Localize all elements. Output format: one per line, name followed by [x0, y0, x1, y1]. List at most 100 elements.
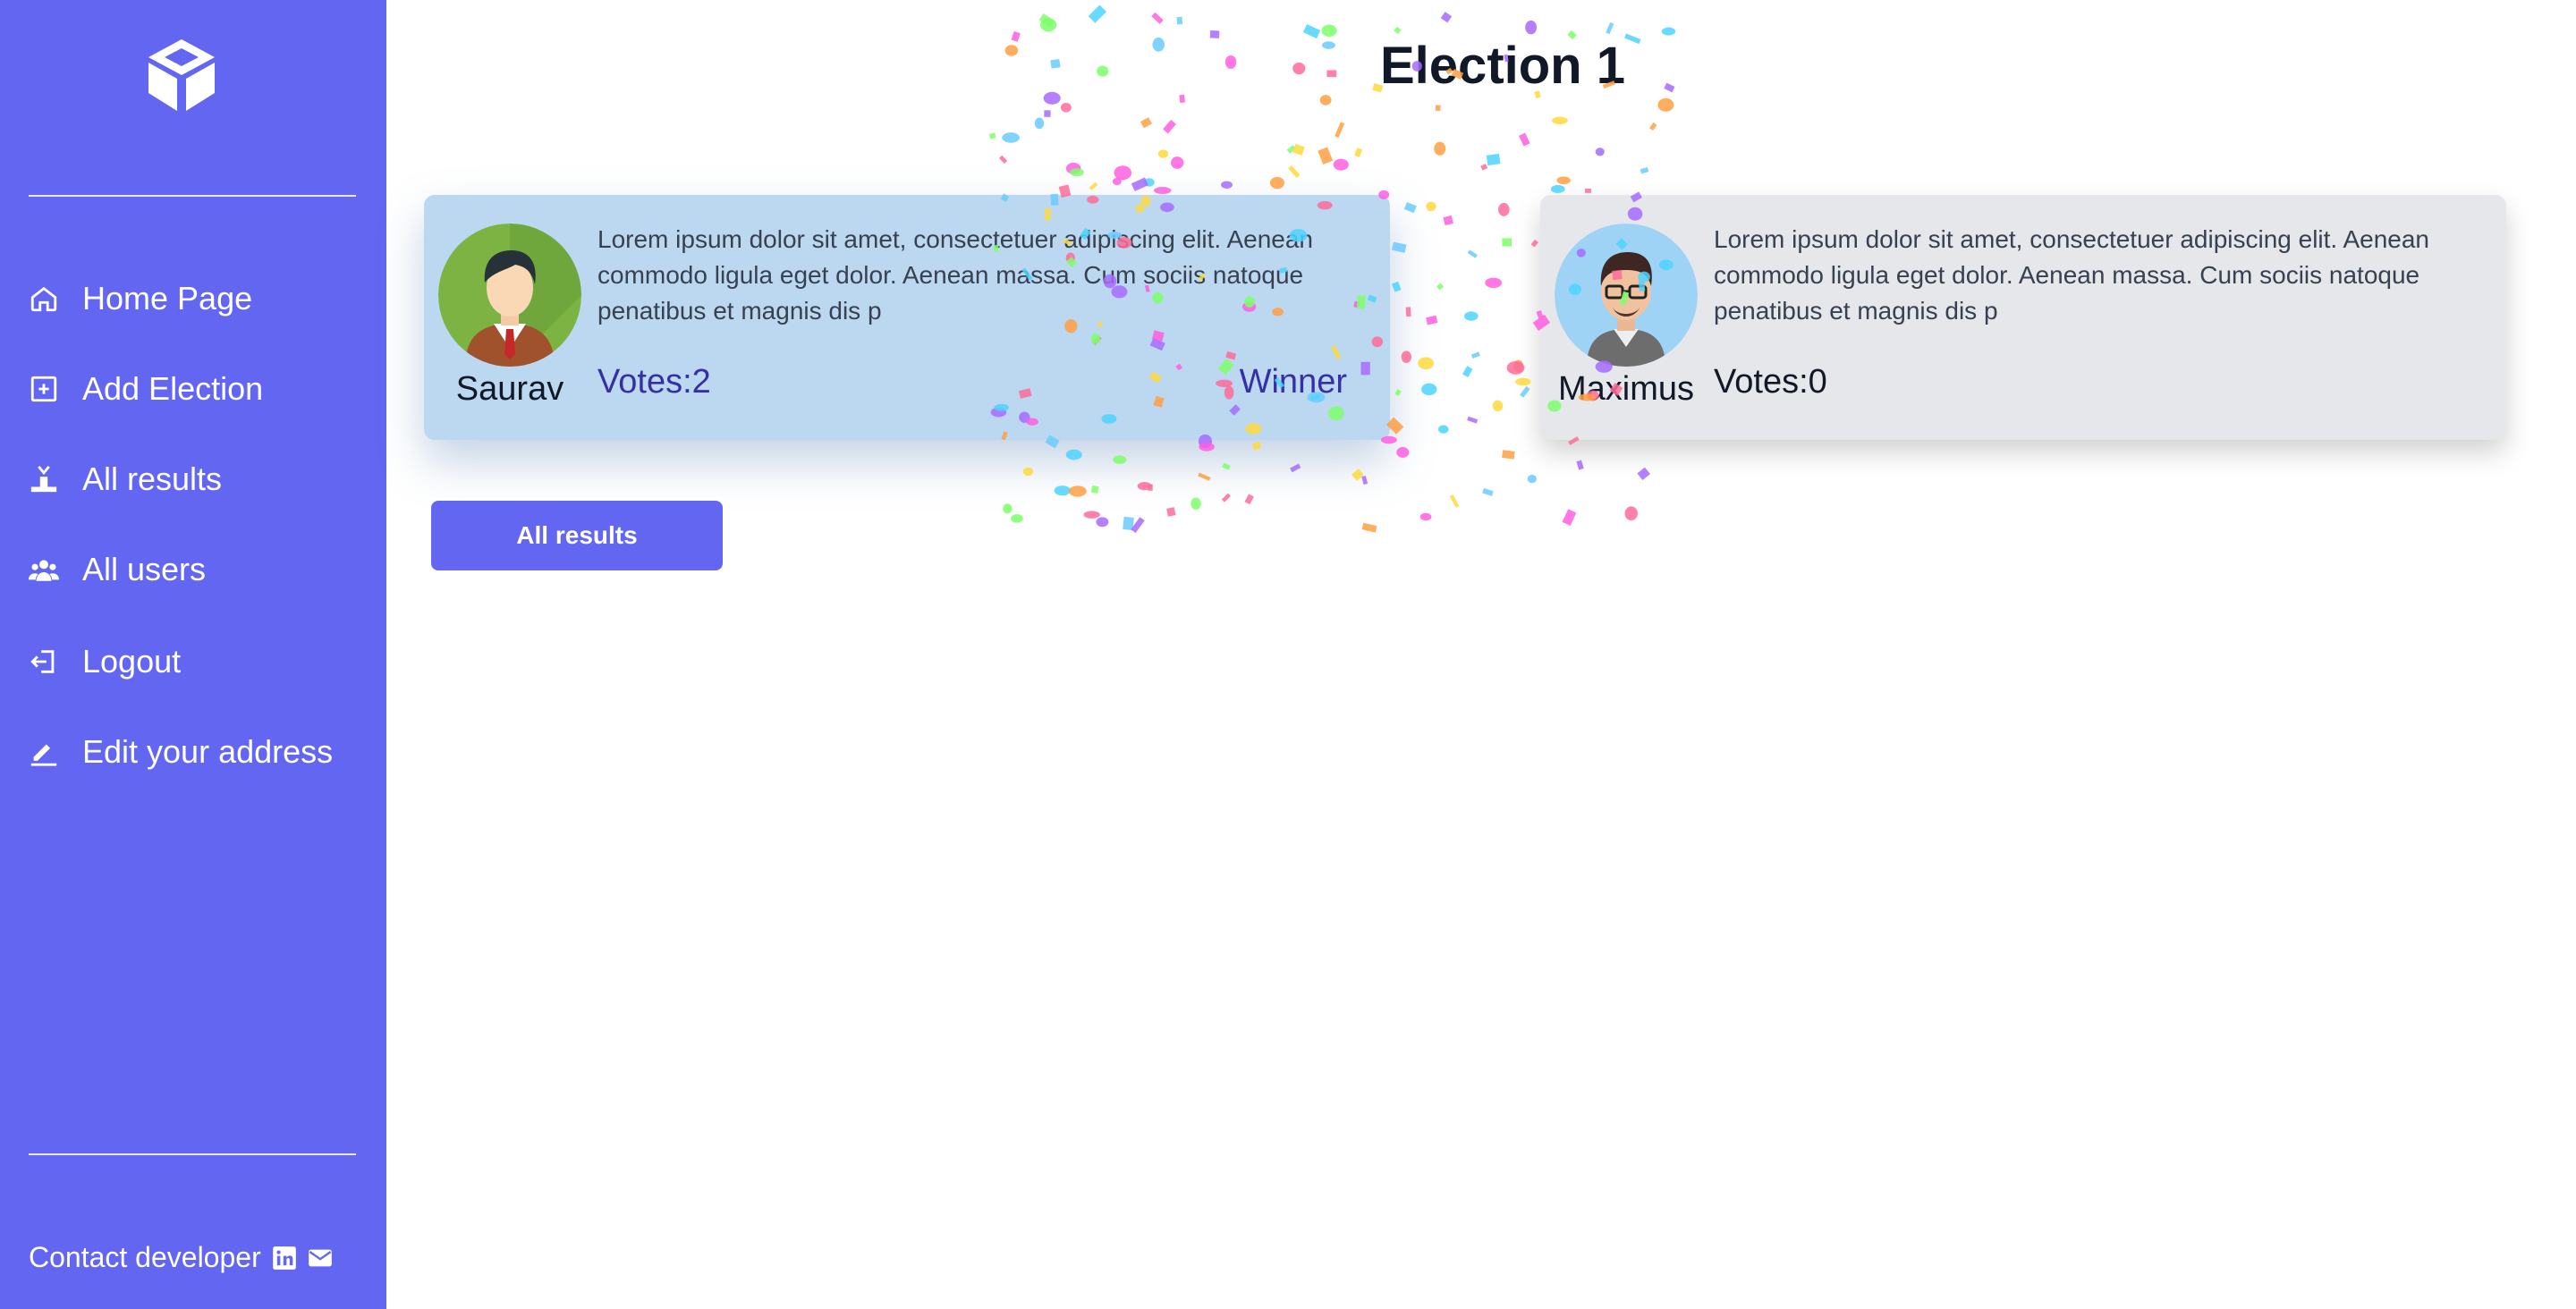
confetti-piece	[988, 132, 996, 139]
confetti-piece	[1462, 366, 1473, 378]
confetti-piece	[1396, 446, 1410, 458]
confetti-piece	[1482, 487, 1494, 496]
confetti-piece	[1068, 486, 1087, 497]
confetti-piece	[1191, 497, 1201, 510]
confetti-piece	[1467, 416, 1479, 424]
confetti-piece	[1034, 117, 1045, 130]
confetti-piece	[1391, 241, 1407, 253]
confetti-piece	[1319, 95, 1332, 106]
confetti-piece	[1335, 122, 1345, 139]
confetti-piece	[1221, 493, 1231, 502]
confetti-piece	[1401, 350, 1411, 363]
confetti-piece	[1153, 187, 1172, 195]
confetti-piece	[1637, 467, 1650, 481]
confetti-piece	[1318, 147, 1334, 165]
confetti-piece	[1179, 94, 1185, 104]
confetti-piece	[1123, 516, 1134, 531]
cube-logo-icon[interactable]	[143, 36, 220, 113]
confetti-piece	[1004, 45, 1019, 56]
sidebar-item-add-election[interactable]: Add Election	[29, 364, 263, 414]
confetti-piece	[1513, 359, 1524, 373]
confetti-piece	[1440, 12, 1453, 23]
sidebar-item-label: All users	[82, 551, 207, 587]
confetti-piece	[1112, 177, 1122, 186]
all-results-button[interactable]: All results	[431, 501, 723, 570]
confetti-piece	[1011, 514, 1023, 523]
sidebar-item-all-results[interactable]: All results	[29, 454, 222, 504]
winner-badge: Winner	[1239, 363, 1347, 401]
confetti-piece	[1222, 462, 1231, 470]
confetti-piece	[1171, 156, 1184, 169]
confetti-piece	[1552, 116, 1568, 125]
confetti-piece	[1144, 178, 1155, 187]
confetti-piece	[1467, 249, 1478, 258]
confetti-piece	[1515, 377, 1531, 386]
users-icon	[29, 554, 59, 585]
confetti-piece	[1290, 463, 1301, 473]
confetti-piece	[1530, 239, 1538, 248]
confetti-piece	[1394, 389, 1402, 396]
confetti-piece	[1640, 167, 1649, 174]
confetti-piece	[1391, 281, 1402, 292]
confetti-piece	[1624, 506, 1638, 521]
confetti-piece	[1083, 511, 1100, 519]
confetti-piece	[1485, 277, 1503, 289]
home-icon	[29, 283, 59, 314]
confetti-piece	[1394, 26, 1402, 35]
confetti-piece	[1556, 176, 1571, 185]
confetti-piece	[1434, 141, 1446, 156]
confetti-piece	[1498, 202, 1510, 216]
confetti-piece	[1151, 12, 1164, 24]
confetti-piece	[1361, 476, 1368, 486]
sidebar-item-label: All results	[82, 460, 223, 497]
confetti-piece	[1140, 117, 1152, 129]
confetti-piece	[1286, 145, 1296, 154]
confetti-piece	[1114, 165, 1132, 181]
confetti-piece	[1038, 13, 1055, 28]
confetti-piece	[1002, 132, 1020, 143]
confetti-piece	[1464, 311, 1479, 321]
confetti-piece	[1361, 522, 1377, 533]
sidebar-item-all-users[interactable]: All users	[29, 545, 206, 595]
linkedin-icon[interactable]	[272, 1246, 297, 1271]
confetti-piece	[1022, 467, 1034, 477]
mail-icon[interactable]	[308, 1246, 333, 1271]
sidebar-item-label: Edit your address	[82, 733, 334, 770]
confetti-piece	[1520, 385, 1530, 398]
pen-icon	[29, 737, 59, 767]
confetti-piece	[1097, 65, 1109, 77]
confetti-piece	[999, 155, 1008, 165]
confetti-piece	[1405, 307, 1411, 317]
confetti-piece	[1090, 485, 1099, 494]
confetti-piece	[1131, 177, 1148, 191]
confetti-piece	[1152, 37, 1165, 52]
confetti-piece	[1419, 512, 1432, 521]
confetti-piece	[1584, 188, 1591, 193]
sidebar-item-logout[interactable]: Logout	[29, 637, 181, 687]
candidate-card-winner: Saurav Lorem ipsum dolor sit amet, conse…	[424, 195, 1390, 440]
confetti-piece	[1443, 215, 1453, 226]
confetti-piece	[1166, 507, 1176, 517]
confetti-piece	[1043, 91, 1061, 105]
candidate-card: Maximus Lorem ipsum dolor sit amet, cons…	[1540, 195, 2506, 440]
confetti-piece	[1403, 201, 1417, 214]
confetti-piece	[1562, 509, 1577, 526]
confetti-piece	[1070, 168, 1084, 177]
confetti-piece	[1421, 383, 1437, 396]
candidate-votes: Votes:0	[1714, 363, 1827, 401]
confetti-piece	[1113, 455, 1127, 464]
confetti-piece	[1354, 148, 1363, 157]
confetti-piece	[1065, 162, 1081, 174]
sidebar-item-home-page[interactable]: Home Page	[29, 274, 252, 324]
confetti-piece	[1418, 357, 1435, 370]
confetti-piece	[1661, 27, 1676, 36]
candidate-avatar	[438, 224, 581, 367]
confetti-piece	[1044, 110, 1051, 117]
confetti-piece	[1486, 153, 1501, 166]
sidebar-item-edit-address[interactable]: Edit your address	[29, 727, 333, 777]
confetti-piece	[1157, 149, 1169, 158]
sidebar-item-label: Add Election	[82, 370, 264, 407]
confetti-piece	[1470, 351, 1480, 359]
confetti-piece	[1576, 460, 1584, 470]
confetti-piece	[1050, 58, 1061, 69]
